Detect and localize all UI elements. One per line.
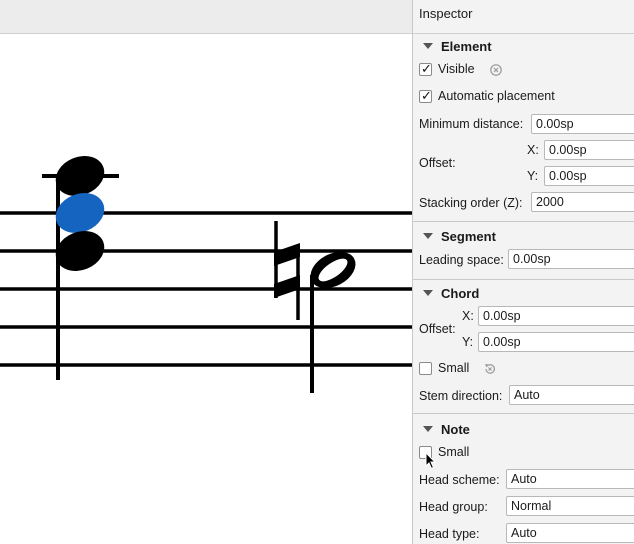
- chord-offset-y-field[interactable]: 0.00sp: [478, 332, 634, 352]
- score-canvas[interactable]: [0, 0, 412, 544]
- note-small-label: Small: [438, 445, 470, 459]
- chord-1[interactable]: [42, 149, 119, 380]
- minimum-distance-field[interactable]: 0.00sp: [531, 114, 634, 134]
- chord-offset-x-label: X:: [462, 309, 474, 323]
- section-header-chord[interactable]: Chord: [423, 286, 479, 301]
- divider: [413, 221, 634, 222]
- section-header-element[interactable]: Element: [423, 39, 492, 54]
- checkmark-icon: ✓: [421, 88, 432, 103]
- triangle-down-icon: [423, 290, 433, 296]
- head-scheme-label: Head scheme:: [419, 473, 500, 487]
- stem-direction-label: Stem direction:: [419, 389, 503, 403]
- section-header-note[interactable]: Note: [423, 422, 470, 437]
- head-group-label: Head group:: [419, 500, 488, 514]
- head-scheme-select[interactable]: Auto: [506, 469, 634, 489]
- offset-label: Offset:: [419, 156, 456, 170]
- offset-y-label: Y:: [527, 169, 539, 183]
- visible-checkbox[interactable]: ✓: [419, 61, 432, 76]
- head-type-label: Head type:: [419, 527, 480, 541]
- minimum-distance-label: Minimum distance:: [419, 117, 524, 131]
- chord-offset-label: Offset:: [419, 322, 456, 336]
- visible-label: Visible: [438, 62, 475, 76]
- automatic-placement-checkbox[interactable]: ✓: [419, 88, 432, 103]
- inspector-panel: Inspector Element ✓ Visible ✓ Automatic …: [412, 0, 634, 544]
- chord-offset-y-label: Y:: [462, 335, 474, 349]
- divider: [413, 279, 634, 280]
- offset-x-field[interactable]: 0.00sp: [544, 140, 634, 160]
- natural-sign-icon[interactable]: [274, 221, 300, 320]
- stacking-order-label: Stacking order (Z):: [419, 196, 523, 210]
- leading-space-field[interactable]: 0.00sp: [508, 249, 634, 269]
- divider: [413, 413, 634, 414]
- head-group-select[interactable]: Normal: [506, 496, 634, 516]
- chord-small-label: Small: [438, 361, 470, 375]
- offset-x-label: X:: [527, 143, 539, 157]
- stacking-order-field[interactable]: 2000: [531, 192, 634, 212]
- offset-y-field[interactable]: 0.00sp: [544, 166, 634, 186]
- divider: [413, 33, 634, 34]
- staff: [0, 211, 412, 367]
- triangle-down-icon: [423, 233, 433, 239]
- checkmark-icon: ✓: [421, 61, 432, 76]
- triangle-down-icon: [423, 43, 433, 49]
- score-view: [0, 149, 412, 393]
- leading-space-label: Leading space:: [419, 253, 504, 267]
- reset-icon[interactable]: [483, 362, 497, 376]
- reset-icon[interactable]: [489, 63, 503, 77]
- chord-offset-x-field[interactable]: 0.00sp: [478, 306, 634, 326]
- head-type-select[interactable]: Auto: [506, 523, 634, 543]
- mouse-pointer-icon: [425, 452, 437, 470]
- triangle-down-icon: [423, 426, 433, 432]
- half-note[interactable]: [304, 245, 361, 393]
- automatic-placement-label: Automatic placement: [438, 89, 555, 103]
- chord-small-checkbox[interactable]: [419, 362, 432, 375]
- stem-direction-select[interactable]: Auto: [509, 385, 634, 405]
- panel-title: Inspector: [419, 6, 473, 21]
- section-header-segment[interactable]: Segment: [423, 229, 496, 244]
